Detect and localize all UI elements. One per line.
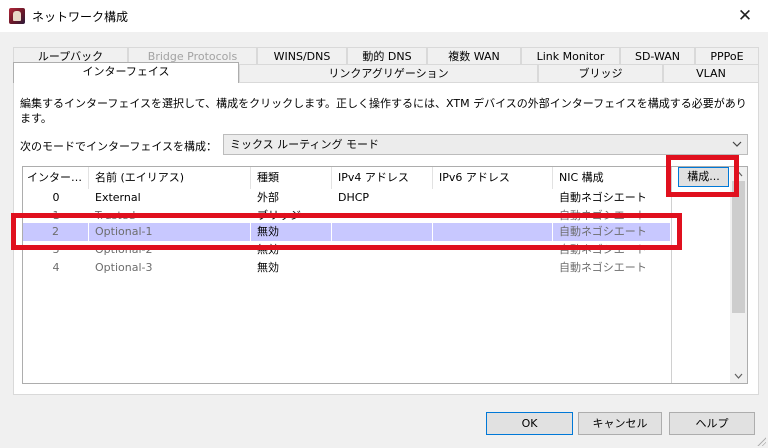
cell-index: 3 (52, 243, 60, 256)
close-icon[interactable]: ✕ (722, 0, 768, 32)
tab-link-aggregation[interactable]: リンクアグリゲーション (239, 64, 538, 83)
scroll-thumb[interactable] (732, 181, 745, 313)
table-row[interactable]: 0 External 外部 DHCP 自動ネゴシエート (23, 189, 671, 207)
scroll-up-icon[interactable] (730, 167, 747, 181)
cell-name: Optional-2 (95, 243, 153, 256)
cell-name: Optional-3 (95, 261, 153, 274)
column-header-name[interactable]: 名前 (エイリアス) (89, 167, 251, 189)
table-row[interactable]: 3 Optional-2 無効 自動ネゴシエート (23, 241, 671, 259)
cell-nic: 自動ネゴシエート (559, 243, 647, 256)
app-icon (9, 8, 25, 24)
cell-ipv6 (433, 223, 553, 241)
cell-nic: 自動ネゴシエート (559, 261, 647, 274)
cell-index: 4 (52, 261, 60, 274)
cancel-button[interactable]: キャンセル (578, 412, 662, 435)
column-header-ipv4[interactable]: IPv4 アドレス (332, 167, 433, 189)
cell-ipv4 (332, 223, 433, 241)
interfaces-table: インター… 名前 (エイリアス) 種類 IPv4 アドレス IPv6 アドレス … (22, 166, 748, 384)
cell-nic: 自動ネゴシエート (559, 191, 647, 204)
table-row[interactable]: 4 Optional-3 無効 自動ネゴシエート (23, 259, 671, 277)
cell-name: Optional-1 (89, 223, 251, 241)
chevron-down-icon (732, 135, 742, 161)
cell-type: 無効 (251, 223, 332, 241)
cell-nic: 自動ネゴシエート (553, 223, 671, 241)
cell-type: 無効 (257, 261, 279, 274)
configure-button[interactable]: 構成... (678, 167, 729, 187)
cell-type: 無効 (257, 243, 279, 256)
column-header-type[interactable]: 種類 (251, 167, 332, 189)
cell-ipv4 (332, 241, 433, 259)
cell-ipv4: DHCP (338, 191, 370, 204)
ok-button[interactable]: OK (486, 412, 573, 435)
cell-index: 0 (52, 191, 60, 204)
help-button[interactable]: ヘルプ (669, 412, 755, 435)
cell-ipv6 (433, 189, 553, 207)
window-title: ネットワーク構成 (32, 10, 129, 24)
cell-ipv4 (332, 259, 433, 277)
tab-bridge[interactable]: ブリッジ (538, 64, 663, 83)
cell-ipv6 (433, 259, 553, 277)
vertical-scrollbar[interactable] (730, 167, 747, 383)
description-text: 編集するインターフェイスを選択して、構成をクリックします。正しく操作するには、X… (20, 97, 747, 125)
tab-vlan[interactable]: VLAN (663, 64, 759, 83)
column-header-ipv6[interactable]: IPv6 アドレス (433, 167, 553, 189)
column-header-nic[interactable]: NIC 構成 (553, 167, 671, 189)
tab-interfaces[interactable]: インターフェイス (13, 62, 239, 83)
resize-grip-icon[interactable] (756, 436, 766, 446)
mode-select-value: ミックス ルーティング モード (230, 138, 380, 151)
mode-label: 次のモードでインターフェイスを構成： (20, 140, 218, 153)
table-header: インター… 名前 (エイリアス) 種類 IPv4 アドレス IPv6 アドレス … (23, 167, 671, 189)
table-button-area (671, 167, 731, 383)
cell-name: External (95, 191, 141, 204)
cell-type: 外部 (257, 191, 279, 204)
cell-index: 2 (23, 223, 89, 241)
table-row-selected[interactable]: 2 Optional-1 無効 自動ネゴシエート (23, 223, 671, 241)
mode-select[interactable]: ミックス ルーティング モード (223, 134, 748, 155)
column-header-interface[interactable]: インター… (23, 167, 89, 189)
cell-ipv6 (433, 241, 553, 259)
scroll-down-icon[interactable] (730, 369, 747, 383)
title-bar: ネットワーク構成 ✕ (0, 0, 768, 32)
